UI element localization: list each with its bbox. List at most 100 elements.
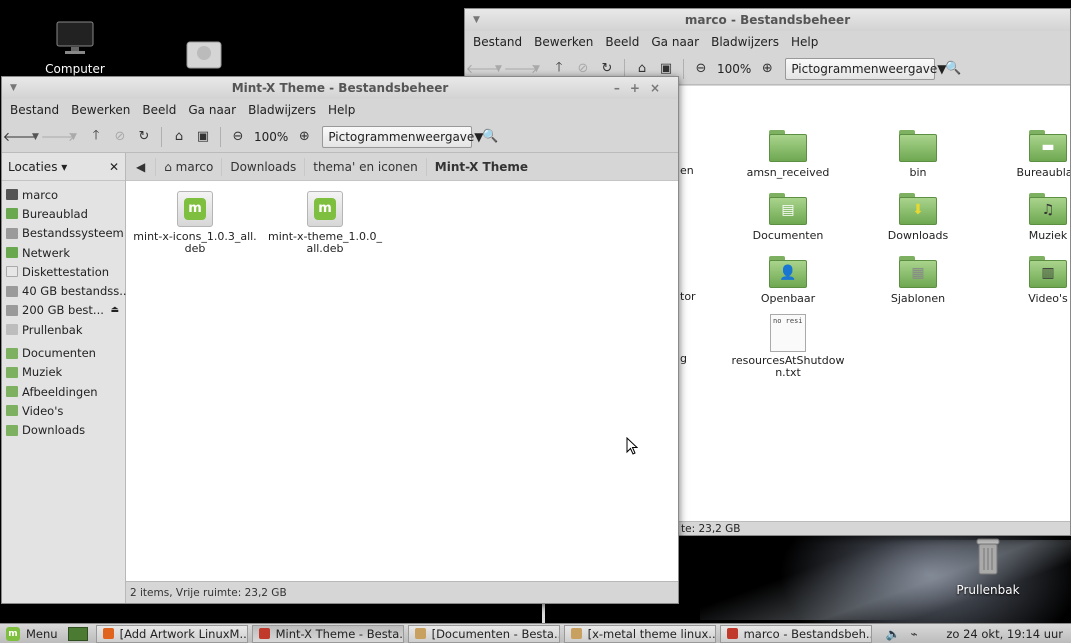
zoom-out-icon[interactable]: ⊖ [689,57,713,81]
menu-bewerken[interactable]: Bewerken [528,31,599,53]
search-icon[interactable]: 🔍 [941,57,965,81]
file-resources-at-shutdown[interactable]: no resi resourcesAtShutdown.txt [728,314,848,379]
public-folder-icon: 👤 [769,256,807,288]
desktop-drive[interactable] [184,40,224,73]
view-mode-select[interactable]: Pictogrammenweergave ▼ [785,57,947,80]
view-mode-select[interactable]: Pictogrammenweergave ▼ [322,125,484,148]
home-icon[interactable]: ⌂ [167,125,191,149]
titlebar[interactable]: ▼ marco - Bestandsbeheer [465,9,1070,31]
forward-arrow-icon[interactable]: 🡒 [41,125,76,149]
sidebar-item-diskettestation[interactable]: Diskettestation [2,262,125,281]
folder-sjablonen[interactable]: ▦ Sjablonen [858,256,978,305]
breadcrumb-themas[interactable]: thema' en iconen [305,157,427,176]
folder-videos[interactable]: ▥ Video's [988,256,1070,305]
file-mint-x-icons[interactable]: m mint-x-icons_1.0.3_all. deb [132,191,258,255]
close-icon[interactable]: × [650,81,670,95]
file-view[interactable]: m mint-x-icons_1.0.3_all. deb m mint-x-t… [126,181,678,581]
zoom-in-icon[interactable]: ⊕ [755,57,779,81]
network-tray-icon[interactable]: ⌁ [911,627,918,641]
sidebar-bookmark-downloads[interactable]: Downloads [2,421,125,440]
sidebar-item-label: 200 GB best... [22,303,104,318]
start-menu-button[interactable]: m Menu [0,624,64,643]
titlebar[interactable]: ▼ Mint-X Theme - Bestandsbeheer –+× [2,77,678,99]
sidebar-item-200gb[interactable]: 200 GB best... ⏏ [2,301,125,320]
sidebar-item-marco[interactable]: marco [2,185,125,204]
sidebar-bookmark-muziek[interactable]: Muziek [2,363,125,382]
folder-downloads[interactable]: ⬇ Downloads [858,193,978,242]
sidebar-bookmark-videos[interactable]: Video's [2,401,125,420]
stop-icon[interactable]: ⊘ [108,125,132,149]
sidebar-mode-select[interactable]: Locaties ▾ [8,160,67,174]
window-menu-icon[interactable]: ▼ [10,77,17,99]
partial-label: g [680,352,687,365]
minimize-icon[interactable]: – [614,81,630,95]
file-mint-x-theme[interactable]: m mint-x-theme_1.0.0_ all.deb [262,191,388,255]
menu-beeld[interactable]: Beeld [136,99,182,121]
back-arrow-icon[interactable]: 🡐 [3,125,38,149]
documents-folder-icon: ▤ [769,193,807,225]
sidebar-item-netwerk[interactable]: Netwerk [2,243,125,262]
sidebar-bookmark-documenten[interactable]: Documenten [2,343,125,362]
file-label: resourcesAtShutdown.txt [731,354,845,379]
show-desktop-icon[interactable] [67,626,88,641]
menu-help[interactable]: Help [322,99,361,121]
folder-bin[interactable]: bin [858,130,978,179]
folder-icon [6,405,18,417]
breadcrumb-marco[interactable]: ⌂ marco [156,157,223,176]
window-mint-x-theme[interactable]: ▼ Mint-X Theme - Bestandsbeheer –+× Best… [1,76,679,604]
taskbar-item-active[interactable]: Mint-X Theme - Besta... [251,624,404,643]
taskbar-item[interactable]: [Documenten - Besta... [407,624,560,643]
file-label-line: all.deb [306,242,344,255]
forward-history-icon[interactable]: ▼ [533,64,547,74]
taskbar-item[interactable]: [Add Artwork LinuxM... [95,624,248,643]
breadcrumb-downloads[interactable]: Downloads [222,157,306,176]
sidebar-item-bureaublad[interactable]: Bureaublad [2,204,125,223]
zoom-out-icon[interactable]: ⊖ [226,125,250,149]
forward-history-icon[interactable]: ▼ [70,132,84,142]
folder-amsn-received[interactable]: amsn_received [728,130,848,179]
partial-label: tor [680,290,696,303]
desktop-computer[interactable]: Computer [40,20,110,76]
folder-openbaar[interactable]: 👤 Openbaar [728,256,848,305]
menu-bestand[interactable]: Bestand [467,31,528,53]
zoom-in-icon[interactable]: ⊕ [292,125,316,149]
folder-muziek[interactable]: ♫ Muziek [988,193,1070,242]
sidebar-item-prullenbak[interactable]: Prullenbak [2,320,125,339]
menu-bladwijzers[interactable]: Bladwijzers [242,99,322,121]
computer-icon[interactable]: ▣ [191,125,215,149]
sidebar: Locaties ▾ ✕ marco Bureaublad Bestandssy… [2,153,130,603]
text-file-preview: no resi [773,317,803,325]
close-sidebar-icon[interactable]: ✕ [109,160,119,174]
reload-icon[interactable]: ↻ [132,125,156,149]
taskbar-item[interactable]: marco - Bestandsbeh... [719,624,872,643]
breadcrumb-mint-x-theme[interactable]: Mint-X Theme [427,158,536,176]
trash-icon [6,324,18,336]
volume-icon[interactable]: 🔈 [886,627,901,641]
folder-documenten[interactable]: ▤ Documenten [728,193,848,242]
search-icon[interactable]: 🔍 [478,125,502,149]
menu-bestand[interactable]: Bestand [4,99,65,121]
menu-bladwijzers[interactable]: Bladwijzers [705,31,785,53]
menu-bewerken[interactable]: Bewerken [65,99,136,121]
breadcrumb-back-icon[interactable]: ◀ [126,157,157,176]
sidebar-item-40gb[interactable]: 40 GB bestandss... [2,281,130,300]
menu-beeld[interactable]: Beeld [599,31,645,53]
sidebar-item-label: Diskettestation [22,264,110,279]
taskbar-item[interactable]: [x-metal theme linux... [563,624,716,643]
sidebar-header: Locaties ▾ ✕ [2,153,125,181]
clock[interactable]: zo 24 okt, 19:14 uur [946,627,1071,641]
folder-label: Openbaar [760,292,816,305]
maximize-icon[interactable]: + [630,81,650,95]
up-arrow-icon[interactable]: 🡑 [84,125,108,149]
menu-ga-naar[interactable]: Ga naar [645,31,705,53]
menu-ga-naar[interactable]: Ga naar [182,99,242,121]
folder-bureaublad[interactable]: ▬ Bureaublad [988,130,1070,179]
eject-icon[interactable]: ⏏ [110,305,119,315]
window-menu-icon[interactable]: ▼ [473,9,480,31]
menu-help[interactable]: Help [785,31,824,53]
sidebar-bookmark-afbeeldingen[interactable]: Afbeeldingen [2,382,125,401]
folder-label: Sjablonen [890,292,946,305]
sidebar-item-bestandssysteem[interactable]: Bestandssysteem [2,224,125,243]
firefox-icon [102,628,114,639]
desktop-trash[interactable]: Prullenbak [956,537,1020,597]
